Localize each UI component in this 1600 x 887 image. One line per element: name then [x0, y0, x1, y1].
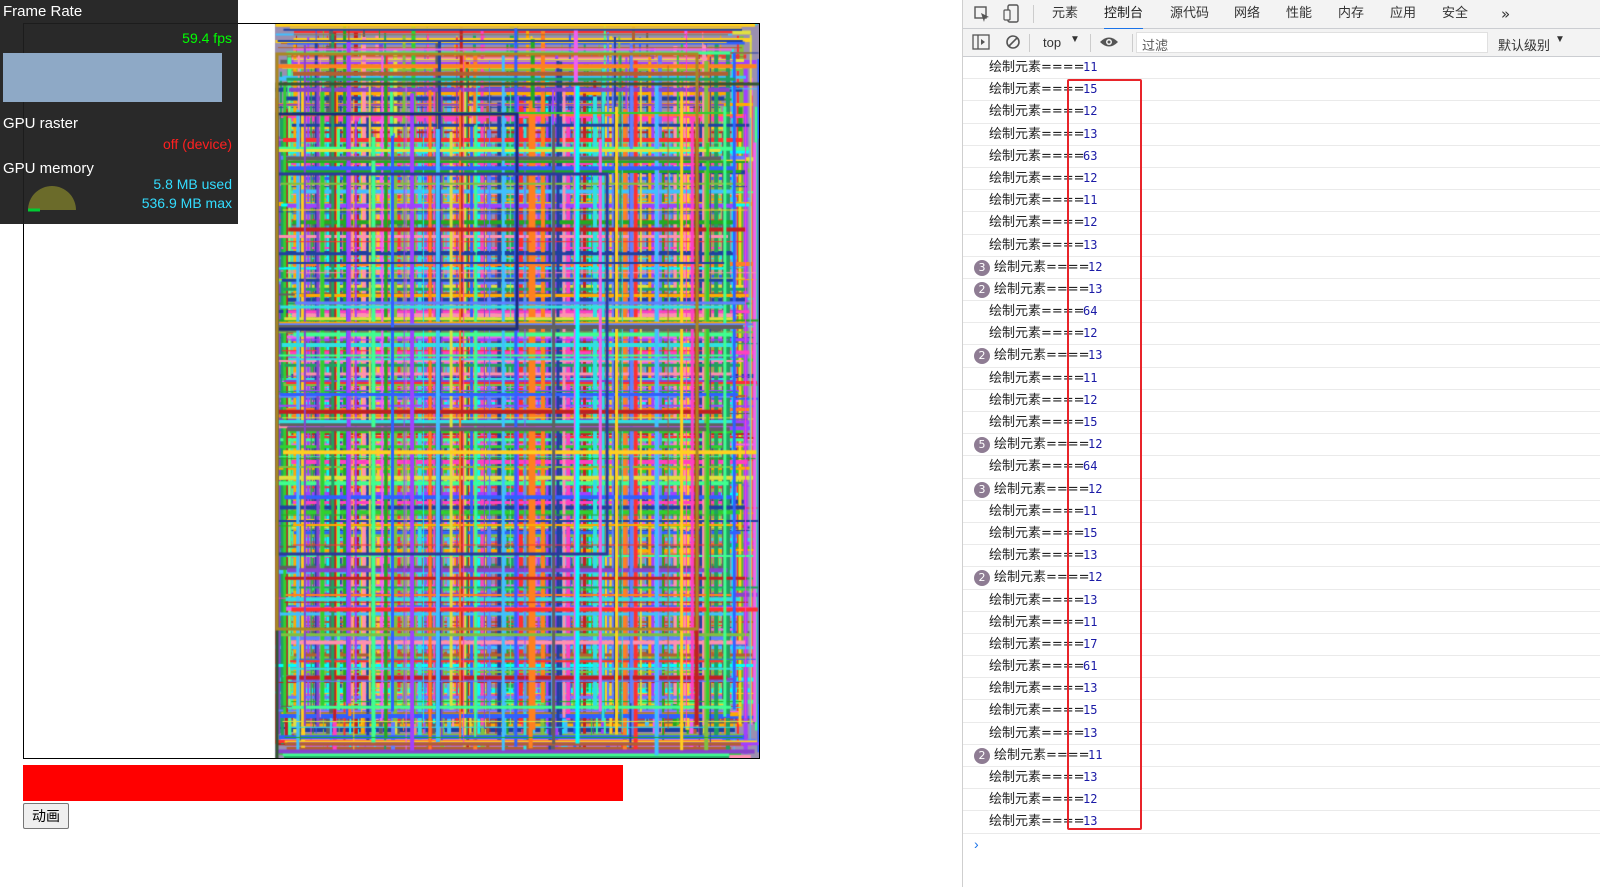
console-log-row: 绘制元素==== 11 [963, 57, 1600, 80]
console-log-row: 5 绘制元素==== 12 [963, 434, 1600, 457]
gpu-raster-status: off (device) [163, 136, 232, 152]
tab-network[interactable]: 网络 [1234, 0, 1260, 28]
sidebar-toggle-icon[interactable] [972, 34, 990, 50]
gpu-memory-used: 5.8 MB used [153, 176, 232, 192]
repeat-count-badge: 2 [974, 747, 990, 764]
tab-security[interactable]: 安全 [1442, 0, 1468, 28]
more-tabs-icon[interactable]: » [1501, 0, 1510, 28]
repeat-count-badge: 2 [974, 570, 990, 587]
console-log-row: 绘制元素==== 13 [963, 678, 1600, 701]
device-toolbar-icon[interactable] [1003, 4, 1021, 24]
live-expression-eye-icon[interactable] [1099, 35, 1119, 49]
tab-performance[interactable]: 性能 [1286, 0, 1312, 28]
console-toolbar: top ▼ 过滤 默认级别 ▼ [963, 29, 1600, 57]
console-log-row: 绘制元素==== 13 [963, 124, 1600, 146]
inspect-element-icon[interactable] [973, 5, 991, 23]
log-message-text: 绘制元素==== [989, 60, 1085, 75]
console-log-row: 2 绘制元素==== 11 [963, 745, 1600, 767]
console-messages: 绘制元素==== 11 绘制元素==== 15 绘制元素==== 12 绘制元素==== 13… [963, 57, 1600, 834]
gpu-raster-label: GPU raster [3, 115, 79, 132]
console-log-row: 绘制元素==== 11 [963, 190, 1600, 213]
console-log-row: 绘制元素==== 15 [963, 700, 1600, 723]
web-page: 动画 Frame Rate 59.4 fps GPU raster off (d… [0, 0, 975, 887]
tab-memory[interactable]: 内存 [1338, 0, 1364, 28]
animated-red-bar [23, 765, 623, 801]
repeat-count-badge: 2 [974, 348, 990, 365]
devtools-panel: 元素 控制台 源代码 网络 性能 内存 应用 安全 » top ▼ 过滤 默认级… [962, 0, 1600, 887]
chevron-down-icon: ▼ [1070, 34, 1080, 45]
console-log-row: 绘制元素==== 15 [963, 79, 1600, 102]
devtools-tab-bar: 元素 控制台 源代码 网络 性能 内存 应用 安全 » [963, 0, 1600, 30]
tab-elements[interactable]: 元素 [1052, 0, 1078, 28]
console-log-row: 绘制元素==== 13 [963, 545, 1600, 568]
console-log-row: 绘制元素==== 13 [963, 811, 1600, 834]
console-log-row: 绘制元素==== 13 [963, 767, 1600, 790]
tab-sources[interactable]: 源代码 [1170, 0, 1209, 28]
console-log-row: 绘制元素==== 13 [963, 723, 1600, 745]
console-prompt-icon[interactable]: › [974, 836, 979, 852]
gpu-memory-max: 536.9 MB max [141, 195, 232, 211]
console-log-row: 绘制元素==== 12 [963, 168, 1600, 191]
filter-placeholder: 过滤 [1142, 38, 1169, 53]
repeat-count-badge: 3 [974, 481, 990, 498]
log-value: 11 [1083, 60, 1098, 74]
filter-input[interactable]: 过滤 [1136, 32, 1488, 53]
repeat-count-badge: 2 [974, 281, 990, 298]
console-log-row: 绘制元素==== 12 [963, 101, 1600, 124]
console-log-row: 绘制元素==== 11 [963, 368, 1600, 390]
log-level-dropdown[interactable]: 默认级别 [1498, 35, 1550, 54]
console-log-row: 绘制元素==== 13 [963, 235, 1600, 257]
console-log-row: 绘制元素==== 12 [963, 212, 1600, 235]
fps-value: 59.4 fps [182, 30, 232, 46]
repeat-count-badge: 3 [974, 259, 990, 276]
console-log-row: 绘制元素==== 12 [963, 390, 1600, 412]
console-log-row: 绘制元素==== 63 [963, 146, 1600, 168]
console-log-row: 绘制元素==== 15 [963, 412, 1600, 435]
console-log-row: 绘制元素==== 17 [963, 634, 1600, 657]
console-log-row: 绘制元素==== 12 [963, 789, 1600, 812]
console-log-row: 绘制元素==== 13 [963, 590, 1600, 612]
console-log-row: 绘制元素==== 11 [963, 501, 1600, 523]
console-log-row: 2 绘制元素==== 13 [963, 279, 1600, 302]
highlight-annotation-box [1067, 79, 1142, 830]
repeat-count-badge: 5 [974, 437, 990, 454]
gpu-memory-label: GPU memory [3, 160, 94, 177]
fps-meter: Frame Rate 59.4 fps GPU raster off (devi… [0, 0, 238, 224]
console-log-row: 2 绘制元素==== 12 [963, 567, 1600, 590]
console-log-row: 绘制元素==== 64 [963, 456, 1600, 479]
console-log-row: 绘制元素==== 11 [963, 612, 1600, 634]
tab-application[interactable]: 应用 [1390, 0, 1416, 28]
animate-button[interactable]: 动画 [23, 803, 69, 829]
console-log-row: 3 绘制元素==== 12 [963, 479, 1600, 501]
console-log-row: 3 绘制元素==== 12 [963, 257, 1600, 279]
context-selector[interactable]: top [1043, 35, 1061, 50]
console-log-row: 绘制元素==== 64 [963, 301, 1600, 324]
gpu-memory-gauge-icon [28, 186, 76, 212]
fps-graph [3, 53, 222, 102]
console-log-row: 绘制元素==== 15 [963, 523, 1600, 546]
console-log-row: 2 绘制元素==== 13 [963, 345, 1600, 368]
console-log-row: 绘制元素==== 12 [963, 323, 1600, 346]
tab-console[interactable]: 控制台 [1104, 0, 1144, 30]
chevron-down-icon: ▼ [1555, 34, 1565, 45]
clear-console-icon[interactable] [1005, 34, 1021, 50]
frame-rate-title: Frame Rate [3, 3, 83, 20]
console-log-row: 绘制元素==== 61 [963, 656, 1600, 679]
